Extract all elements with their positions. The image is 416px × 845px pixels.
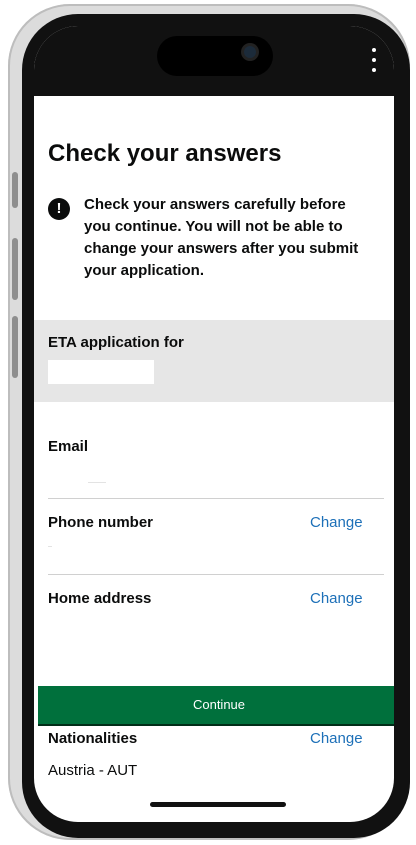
nationalities-label: Nationalities bbox=[48, 730, 138, 747]
phone-number-label: Phone number bbox=[48, 514, 154, 531]
redacted-value bbox=[48, 546, 52, 547]
change-address-link[interactable]: Change bbox=[310, 590, 363, 607]
notch bbox=[157, 36, 273, 76]
eta-application-for-row: ETA application for bbox=[34, 320, 394, 402]
side-button bbox=[12, 238, 18, 300]
change-nationalities-link[interactable]: Change bbox=[310, 730, 363, 747]
home-indicator[interactable] bbox=[150, 802, 286, 807]
home-address-label: Home address bbox=[48, 590, 152, 607]
exclamation-icon: ! bbox=[48, 198, 70, 220]
redacted-value bbox=[88, 482, 106, 483]
change-phone-link[interactable]: Change bbox=[310, 514, 363, 531]
status-bar bbox=[34, 26, 394, 96]
redacted-value bbox=[48, 360, 154, 384]
side-button bbox=[12, 172, 18, 208]
divider bbox=[48, 574, 384, 575]
divider bbox=[48, 498, 384, 499]
side-button bbox=[12, 316, 18, 378]
nationalities-value: Austria - AUT bbox=[48, 762, 138, 779]
email-label: Email bbox=[48, 438, 89, 455]
page-title: Check your answers bbox=[48, 140, 282, 167]
warning-text: Check your answers carefully before you … bbox=[84, 196, 359, 279]
continue-button[interactable]: Continue bbox=[38, 686, 394, 724]
camera-icon bbox=[244, 46, 256, 58]
more-options-icon[interactable] bbox=[372, 48, 376, 72]
eta-application-label: ETA application for bbox=[48, 334, 184, 351]
screen: Check your answers ! Check your answers … bbox=[34, 26, 394, 822]
